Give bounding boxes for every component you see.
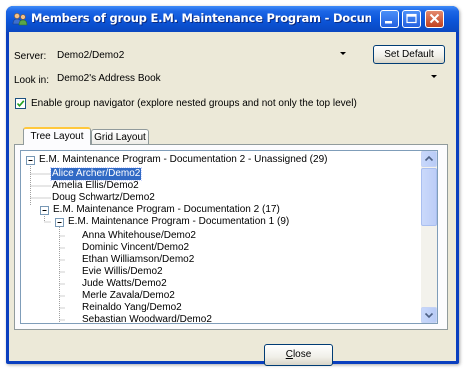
group-icon — [12, 12, 28, 26]
tree-group-node[interactable]: E.M. Maintenance Program - Documentation… — [38, 154, 328, 166]
scroll-down-button[interactable] — [421, 307, 437, 323]
members-tree[interactable]: E.M. Maintenance Program - Documentation… — [20, 150, 438, 324]
tree-member-node[interactable]: Ethan Williamson/Demo2 — [81, 254, 195, 266]
tree-member-node[interactable]: Sebastian Woodward/Demo2 — [81, 314, 213, 323]
lookin-label: Look in: — [14, 75, 50, 86]
lookin-value: Demo2's Address Book — [57, 73, 161, 84]
minus-icon — [42, 210, 47, 211]
chevron-up-icon — [424, 155, 434, 162]
chevron-down-icon — [340, 52, 346, 55]
dialog-body: Server: Demo2/Demo2 Set Default Look in:… — [9, 32, 456, 366]
close-icon — [429, 13, 440, 24]
tab-grid-layout[interactable]: Grid Layout — [91, 129, 149, 145]
server-dropdown[interactable]: Demo2/Demo2 — [55, 46, 353, 63]
tree-member-node[interactable]: Alice Archer/Demo2 — [49, 167, 143, 181]
tree-member-node[interactable]: Merle Zavala/Demo2 — [81, 290, 176, 302]
collapse-toggle[interactable] — [55, 218, 64, 227]
minus-icon — [57, 222, 62, 223]
dialog-window: Members of group E.M. Maintenance Progra… — [6, 6, 459, 366]
tree-member-node[interactable]: Doug Schwartz/Demo2 — [51, 192, 156, 204]
tree-member-node[interactable]: Dominic Vincent/Demo2 — [81, 242, 190, 254]
tree-group-node[interactable]: E.M. Maintenance Program - Documentation… — [67, 216, 290, 228]
tab-tree-layout[interactable]: Tree Layout — [23, 127, 91, 145]
checkmark-icon — [16, 100, 25, 108]
minimize-button[interactable] — [380, 10, 399, 28]
server-label: Server: — [14, 51, 47, 62]
minimize-icon — [385, 21, 392, 24]
group-navigator-checkbox[interactable] — [15, 98, 26, 109]
close-label-rest: lose — [292, 349, 312, 360]
close-button[interactable]: Close — [264, 344, 333, 366]
chevron-down-icon — [424, 312, 434, 319]
maximize-icon — [406, 13, 417, 24]
group-navigator-label: Enable group navigator (explore nested g… — [31, 98, 357, 109]
scroll-up-button[interactable] — [421, 151, 437, 167]
minus-icon — [28, 160, 33, 161]
title-bar[interactable]: Members of group E.M. Maintenance Progra… — [6, 6, 459, 32]
lookin-dropdown[interactable]: Demo2's Address Book — [55, 69, 444, 86]
tree-member-node[interactable]: Amelia Ellis/Demo2 — [51, 180, 140, 192]
tab-panel: E.M. Maintenance Program - Documentation… — [14, 144, 448, 330]
close-accelerator: C — [285, 349, 293, 360]
close-window-button[interactable] — [425, 10, 444, 28]
collapse-toggle[interactable] — [26, 156, 35, 165]
set-default-button[interactable]: Set Default — [373, 45, 445, 64]
collapse-toggle[interactable] — [40, 206, 49, 215]
tree-member-node[interactable]: Anna Whitehouse/Demo2 — [81, 230, 197, 242]
window-title: Members of group E.M. Maintenance Progra… — [31, 11, 371, 25]
server-value: Demo2/Demo2 — [57, 50, 125, 61]
maximize-button[interactable] — [402, 10, 421, 28]
tree-group-node[interactable]: E.M. Maintenance Program - Documentation… — [52, 204, 281, 216]
tree-member-node[interactable]: Jude Watts/Demo2 — [81, 278, 168, 290]
scroll-thumb[interactable] — [421, 168, 437, 226]
tree-member-node[interactable]: Evie Willis/Demo2 — [81, 266, 164, 278]
vertical-scrollbar[interactable] — [421, 151, 437, 323]
tree-member-node[interactable]: Reinaldo Yang/Demo2 — [81, 302, 183, 314]
chevron-down-icon — [431, 75, 437, 78]
